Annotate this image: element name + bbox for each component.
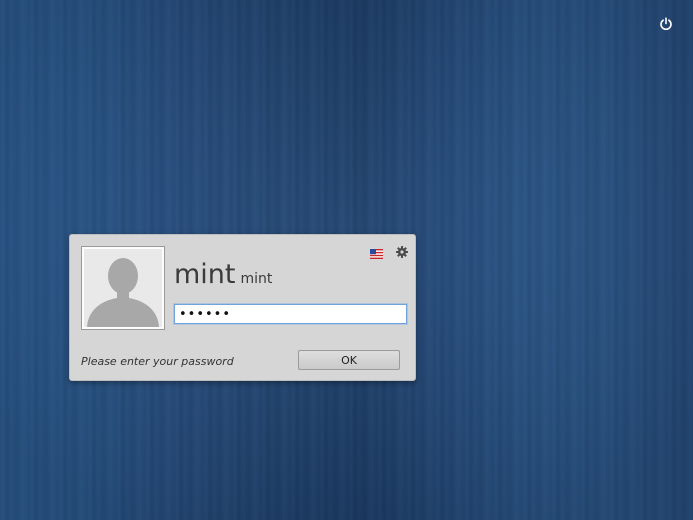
display-name: mint xyxy=(174,259,236,290)
power-icon xyxy=(660,17,672,31)
us-flag-icon[interactable] xyxy=(370,244,383,259)
user-name-row: mint mint xyxy=(174,259,272,291)
power-button[interactable] xyxy=(656,14,676,34)
avatar xyxy=(81,246,165,330)
user-silhouette-icon xyxy=(84,249,162,327)
gear-icon[interactable] xyxy=(396,243,408,258)
login-username: mint xyxy=(240,271,273,287)
password-prompt: Please enter your password xyxy=(81,355,234,368)
login-screen: mint mint Please enter your password OK xyxy=(0,0,693,520)
ok-button[interactable]: OK xyxy=(298,350,400,370)
password-input[interactable] xyxy=(174,304,407,324)
login-dialog: mint mint Please enter your password OK xyxy=(69,234,416,381)
